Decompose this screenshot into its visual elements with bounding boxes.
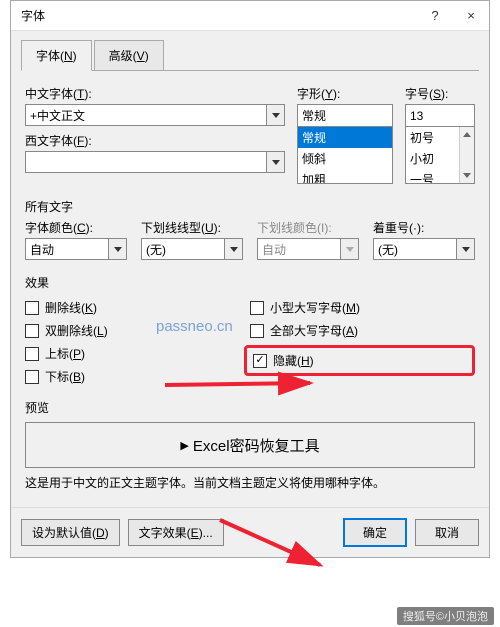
dialog-title: 字体 bbox=[21, 7, 417, 24]
style-input[interactable]: 常规 bbox=[297, 104, 393, 126]
size-input[interactable]: 13 bbox=[405, 104, 475, 126]
effects-label: 效果 bbox=[25, 274, 475, 291]
superscript-checkbox[interactable]: 上标(P) bbox=[25, 345, 250, 362]
play-icon: ▶ bbox=[180, 439, 188, 452]
underline-style-label: 下划线线型(U): bbox=[141, 219, 243, 236]
hint-text: 这是用于中文的正文主题字体。当前文档主题定义将使用哪种字体。 bbox=[25, 474, 475, 491]
checkbox-icon bbox=[250, 301, 264, 315]
ok-button[interactable]: 确定 bbox=[343, 518, 407, 547]
checkbox-icon bbox=[25, 301, 39, 315]
tab-font[interactable]: 字体(N) bbox=[21, 40, 92, 71]
checkbox-icon bbox=[250, 324, 264, 338]
set-default-button[interactable]: 设为默认值(D) bbox=[21, 519, 120, 546]
western-font-combo[interactable] bbox=[25, 151, 285, 173]
titlebar: 字体 ? × bbox=[11, 1, 489, 31]
cjk-font-label: 中文字体(T): bbox=[25, 85, 285, 102]
preview-label: 预览 bbox=[25, 399, 475, 416]
chevron-down-icon bbox=[266, 105, 284, 125]
underline-style-combo[interactable]: (无) bbox=[141, 238, 243, 260]
cjk-font-combo[interactable]: +中文正文 bbox=[25, 104, 285, 126]
chevron-down-icon bbox=[456, 239, 474, 259]
close-button[interactable]: × bbox=[453, 1, 489, 31]
checkbox-icon bbox=[25, 370, 39, 384]
emphasis-combo[interactable]: (无) bbox=[373, 238, 475, 260]
smallcaps-checkbox[interactable]: 小型大写字母(M) bbox=[250, 299, 475, 316]
size-label: 字号(S): bbox=[405, 85, 475, 102]
underline-color-label: 下划线颜色(I): bbox=[257, 219, 359, 236]
size-listbox[interactable]: 初号 小初 一号 bbox=[405, 126, 475, 184]
double-strike-checkbox[interactable]: 双删除线(L) bbox=[25, 322, 250, 339]
button-bar: 设为默认值(D) 文字效果(E)... 确定 取消 bbox=[11, 507, 489, 557]
tab-bar: 字体(N) 高级(V) bbox=[21, 39, 479, 71]
all-text-label: 所有文字 bbox=[25, 198, 475, 215]
chevron-down-icon bbox=[108, 239, 126, 259]
text-effects-button[interactable]: 文字效果(E)... bbox=[128, 519, 224, 546]
underline-color-combo: 自动 bbox=[257, 238, 359, 260]
style-listbox[interactable]: 常规 倾斜 加粗 bbox=[297, 126, 393, 184]
subscript-checkbox[interactable]: 下标(B) bbox=[25, 368, 250, 385]
credit-badge: 搜狐号©小贝泡泡 bbox=[397, 607, 494, 625]
cancel-button[interactable]: 取消 bbox=[415, 519, 479, 546]
emphasis-label: 着重号(·): bbox=[373, 219, 475, 236]
scrollbar[interactable] bbox=[459, 127, 474, 183]
checkbox-icon bbox=[253, 354, 267, 368]
hidden-checkbox[interactable]: 隐藏(H) bbox=[253, 352, 314, 369]
highlight-annotation: 隐藏(H) bbox=[244, 345, 475, 376]
allcaps-checkbox[interactable]: 全部大写字母(A) bbox=[250, 322, 475, 339]
scroll-up-icon[interactable] bbox=[460, 127, 474, 142]
font-dialog: 字体 ? × 字体(N) 高级(V) 中文字体(T): +中文正文 西文字体(F… bbox=[10, 0, 490, 558]
scroll-down-icon[interactable] bbox=[460, 168, 474, 183]
font-color-label: 字体颜色(C): bbox=[25, 219, 127, 236]
style-label: 字形(Y): bbox=[297, 85, 393, 102]
strike-checkbox[interactable]: 删除线(K) bbox=[25, 299, 250, 316]
list-item[interactable]: 加粗 bbox=[298, 169, 392, 184]
chevron-down-icon bbox=[224, 239, 242, 259]
chevron-down-icon bbox=[340, 239, 358, 259]
chevron-down-icon bbox=[266, 152, 284, 172]
western-font-label: 西文字体(F): bbox=[25, 132, 285, 149]
checkbox-icon bbox=[25, 347, 39, 361]
preview-box: ▶ Excel密码恢复工具 bbox=[25, 422, 475, 468]
font-color-combo[interactable]: 自动 bbox=[25, 238, 127, 260]
tab-advanced[interactable]: 高级(V) bbox=[94, 40, 164, 71]
list-item[interactable]: 常规 bbox=[298, 127, 392, 148]
list-item[interactable]: 倾斜 bbox=[298, 148, 392, 169]
checkbox-icon bbox=[25, 324, 39, 338]
help-button[interactable]: ? bbox=[417, 1, 453, 31]
